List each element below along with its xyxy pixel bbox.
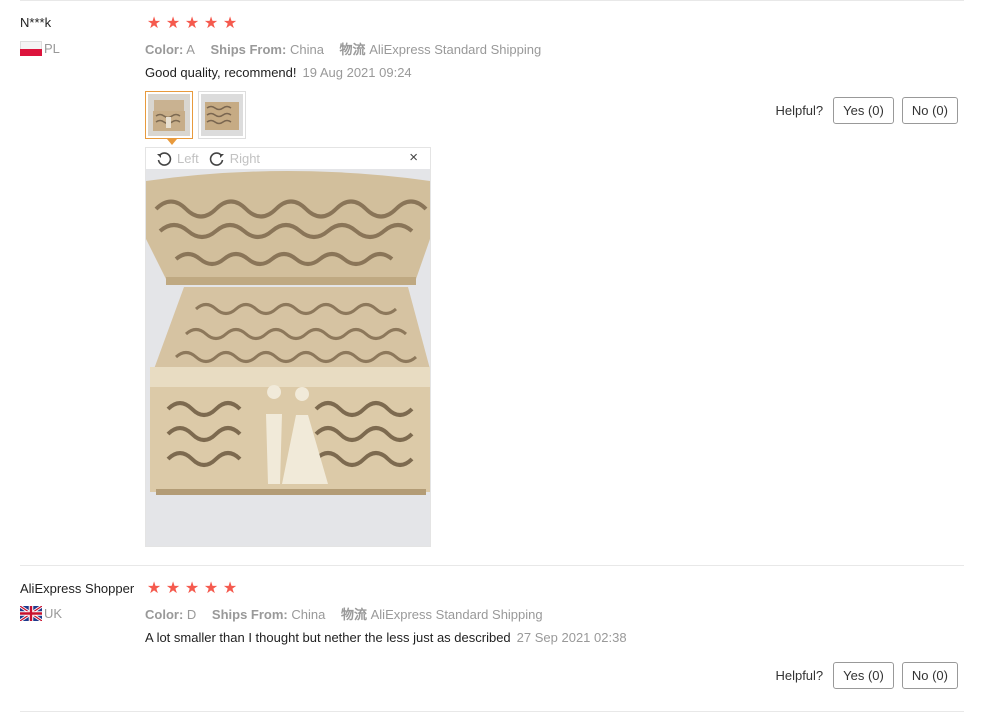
review-photo xyxy=(146,169,430,546)
close-icon[interactable]: × xyxy=(409,150,418,166)
order-meta: Color: D Ships From: China 物流 AliExpress… xyxy=(145,604,543,623)
photo-viewer: Left Right × xyxy=(145,147,431,547)
photo-thumbnail-1[interactable] xyxy=(145,91,193,145)
rotate-right-label: Right xyxy=(229,151,261,166)
photo-viewer-toolbar: Left Right × xyxy=(146,148,430,169)
bottom-divider xyxy=(20,711,964,712)
logistics-label: 物流 xyxy=(340,607,367,622)
ships-from-value: China xyxy=(291,607,326,622)
country-code: UK xyxy=(44,606,63,621)
color-label: Color: xyxy=(145,607,184,622)
order-meta: Color: A Ships From: China 物流 AliExpress… xyxy=(145,39,541,58)
helpful-controls: Helpful? Yes (0) No (0) xyxy=(775,97,958,124)
photo-thumbnail-2[interactable] xyxy=(198,91,246,139)
wooden-box-photo xyxy=(146,169,430,546)
helpful-no-button[interactable]: No (0) xyxy=(901,662,958,689)
review-body: A lot smaller than I thought but nether … xyxy=(145,630,627,645)
review-body: Good quality, recommend! 19 Aug 2021 09:2… xyxy=(145,65,412,80)
ships-from-label: Ships From: xyxy=(211,607,288,622)
review-text: A lot smaller than I thought but nether … xyxy=(145,630,511,645)
review-date: 27 Sep 2021 02:38 xyxy=(516,630,627,645)
flag-pl-icon xyxy=(20,41,42,56)
review-item-2: AliExpress Shopper UK ★ ★ ★ ★ ★ Color: D… xyxy=(0,565,984,713)
helpful-yes-button[interactable]: Yes (0) xyxy=(833,97,894,124)
star-icon: ★ xyxy=(165,580,181,597)
color-label: Color: xyxy=(145,42,184,57)
star-icon: ★ xyxy=(146,15,162,32)
helpful-controls: Helpful? Yes (0) No (0) xyxy=(775,662,958,689)
review-date: 19 Aug 2021 09:24 xyxy=(302,65,412,80)
star-icon: ★ xyxy=(165,15,181,32)
ships-from-label: Ships From: xyxy=(210,42,287,57)
thumbnail-caret xyxy=(167,139,177,145)
reviewer-name: AliExpress Shopper xyxy=(20,581,135,596)
photo-thumbnails xyxy=(145,91,246,145)
reviewer-name: N***k xyxy=(20,15,52,30)
box-photo-thumb xyxy=(201,94,243,136)
rotate-left-icon xyxy=(157,151,172,166)
rating-stars: ★ ★ ★ ★ ★ xyxy=(145,580,239,598)
color-value: A xyxy=(186,42,195,57)
helpful-label: Helpful? xyxy=(775,668,824,683)
helpful-yes-button[interactable]: Yes (0) xyxy=(833,662,894,689)
logistics-value: AliExpress Standard Shipping xyxy=(370,607,543,622)
rotate-left-button[interactable]: Left xyxy=(156,151,199,167)
star-icon: ★ xyxy=(203,580,219,597)
star-icon: ★ xyxy=(222,15,238,32)
star-icon: ★ xyxy=(184,580,200,597)
ships-from-value: China xyxy=(289,42,324,57)
rotate-left-label: Left xyxy=(177,151,199,166)
box-photo-thumb xyxy=(148,94,190,136)
rotate-right-button[interactable]: Right xyxy=(209,151,260,167)
star-icon: ★ xyxy=(184,15,200,32)
flag-uk-icon xyxy=(20,606,42,621)
review-text: Good quality, recommend! xyxy=(145,65,297,80)
logistics-label: 物流 xyxy=(339,42,366,57)
review-item-1: N***k PL ★ ★ ★ ★ ★ Color: A Ships From: … xyxy=(0,0,984,565)
star-icon: ★ xyxy=(222,580,238,597)
color-value: D xyxy=(186,607,197,622)
rating-stars: ★ ★ ★ ★ ★ xyxy=(145,15,239,33)
reviewer-country: UK xyxy=(20,606,62,621)
star-icon: ★ xyxy=(146,580,162,597)
reviewer-country: PL xyxy=(20,41,60,56)
star-icon: ★ xyxy=(203,15,219,32)
rotate-right-icon xyxy=(209,151,224,166)
helpful-no-button[interactable]: No (0) xyxy=(901,97,958,124)
logistics-value: AliExpress Standard Shipping xyxy=(369,42,542,57)
helpful-label: Helpful? xyxy=(775,103,824,118)
country-code: PL xyxy=(44,41,60,56)
